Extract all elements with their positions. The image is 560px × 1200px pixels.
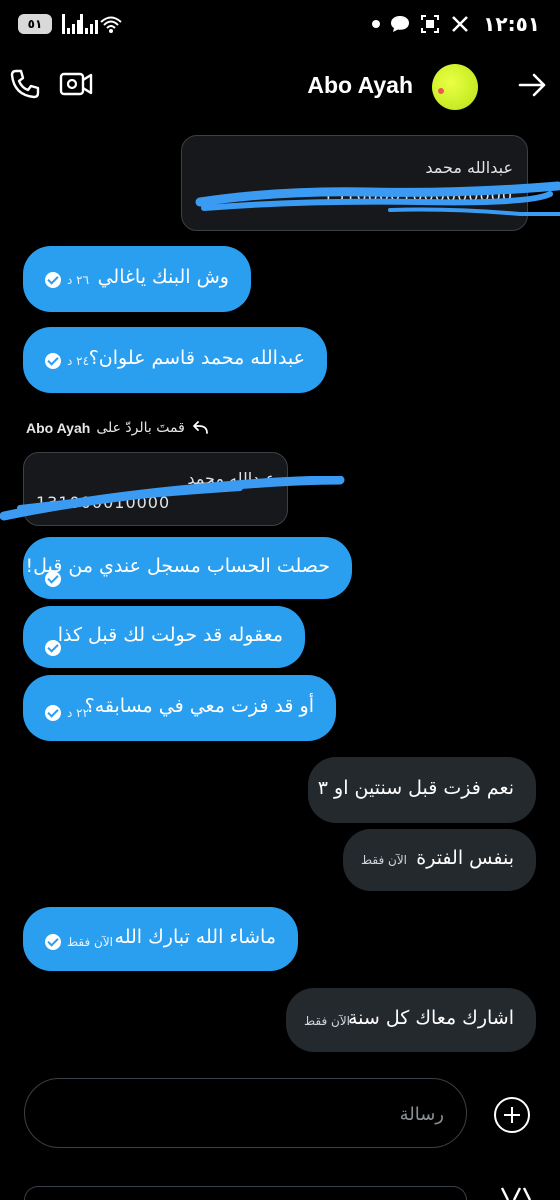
message-time: الآن فقط [304, 1014, 351, 1028]
message-text: اشارك معاك كل سنة [347, 1007, 514, 1029]
sent-message[interactable]: نعم فزت قبل سنتين او ٣ [308, 757, 536, 823]
status-bar: ٥١ ١٢:٥١ [0, 0, 560, 50]
received-message[interactable]: حصلت الحساب مسجل عندي من قبل! [23, 537, 352, 599]
reply-name: Abo Ayah [26, 420, 91, 436]
message-meta: ٢٤ د [45, 353, 89, 369]
message-input[interactable] [64, 1099, 444, 1129]
message-meta: الآن فقط [361, 853, 407, 867]
message-meta: الآن فقط [45, 934, 113, 950]
message-text: معقوله قد حولت لك قبل كذا [57, 624, 283, 646]
message-text: ماشاء الله تبارك الله [114, 926, 276, 948]
contact-name[interactable]: Abo Ayah [307, 72, 413, 99]
reply-prefix: قمتَ بالردّ على [96, 420, 185, 436]
signal-icon [80, 14, 98, 34]
message-text: نعم فزت قبل سنتين او ٣ [317, 777, 514, 799]
check-icon [45, 705, 61, 721]
clock: ١٢:٥١ [483, 12, 540, 36]
received-message[interactable]: معقوله قد حولت لك قبل كذا [23, 606, 305, 668]
message-time: الآن فقط [361, 853, 408, 867]
message-time: ٢٦ د [67, 273, 90, 287]
message-time: ٢٤ د [67, 354, 90, 368]
chat-bubble-icon [391, 16, 409, 32]
message-composer [24, 1078, 467, 1148]
message-meta: الآن فقط [304, 1014, 350, 1028]
check-icon [45, 640, 61, 656]
message-text: وش البنك ياغالي [97, 266, 229, 288]
reply-label: Abo Ayah قمتَ بالردّ على [26, 420, 209, 436]
screenshot-icon [421, 15, 439, 33]
message-text: حصلت الحساب مسجل عندي من قبل! [25, 555, 330, 577]
received-message[interactable]: عبدالله محمد قاسم علوان؟ ٢٤ د [23, 327, 327, 393]
notification-icons [372, 14, 470, 34]
message-meta [45, 640, 61, 656]
plus-icon[interactable] [494, 1097, 530, 1133]
dot-icon [372, 20, 380, 28]
received-message[interactable]: وش البنك ياغالي ٢٦ د [23, 246, 251, 312]
secondary-composer [24, 1186, 467, 1200]
conversation-header: Abo Ayah [0, 55, 560, 117]
back-arrow-icon[interactable] [516, 69, 548, 101]
message-time: ٢٢ د [67, 706, 90, 720]
message-text: أو قد فزت معي في مسابقه؟ [84, 695, 314, 717]
check-icon [45, 571, 61, 587]
card-name: عبدالله محمد [425, 158, 513, 177]
message-text: بنفس الفترة [416, 847, 514, 869]
received-message[interactable]: ماشاء الله تبارك الله الآن فقط [23, 907, 298, 971]
message-time: الآن فقط [67, 935, 114, 949]
reply-icon [192, 421, 208, 434]
message-meta: ٢٢ د [45, 705, 89, 721]
redaction-scribble [0, 476, 345, 521]
sent-message[interactable]: اشارك معاك كل سنة الآن فقط [286, 988, 536, 1052]
redaction-scribble [195, 181, 560, 216]
message-meta: ٢٦ د [45, 272, 89, 288]
signal-icon [62, 14, 80, 34]
phone-icon[interactable] [8, 67, 42, 101]
received-message[interactable]: أو قد فزت معي في مسابقه؟ ٢٢ د [23, 675, 336, 741]
message-text: عبدالله محمد قاسم علوان؟ [88, 347, 305, 369]
send-icon[interactable] [498, 1186, 534, 1200]
battery-icon: ٥١ [18, 14, 52, 34]
check-icon [45, 934, 61, 950]
sent-message[interactable]: بنفس الفترة الآن فقط [343, 829, 536, 891]
x-logo-icon [452, 16, 468, 32]
wifi-icon [100, 16, 122, 33]
message-meta [45, 571, 61, 587]
avatar[interactable] [432, 64, 478, 110]
check-icon [45, 353, 61, 369]
video-call-icon[interactable] [58, 67, 94, 101]
check-icon [45, 272, 61, 288]
